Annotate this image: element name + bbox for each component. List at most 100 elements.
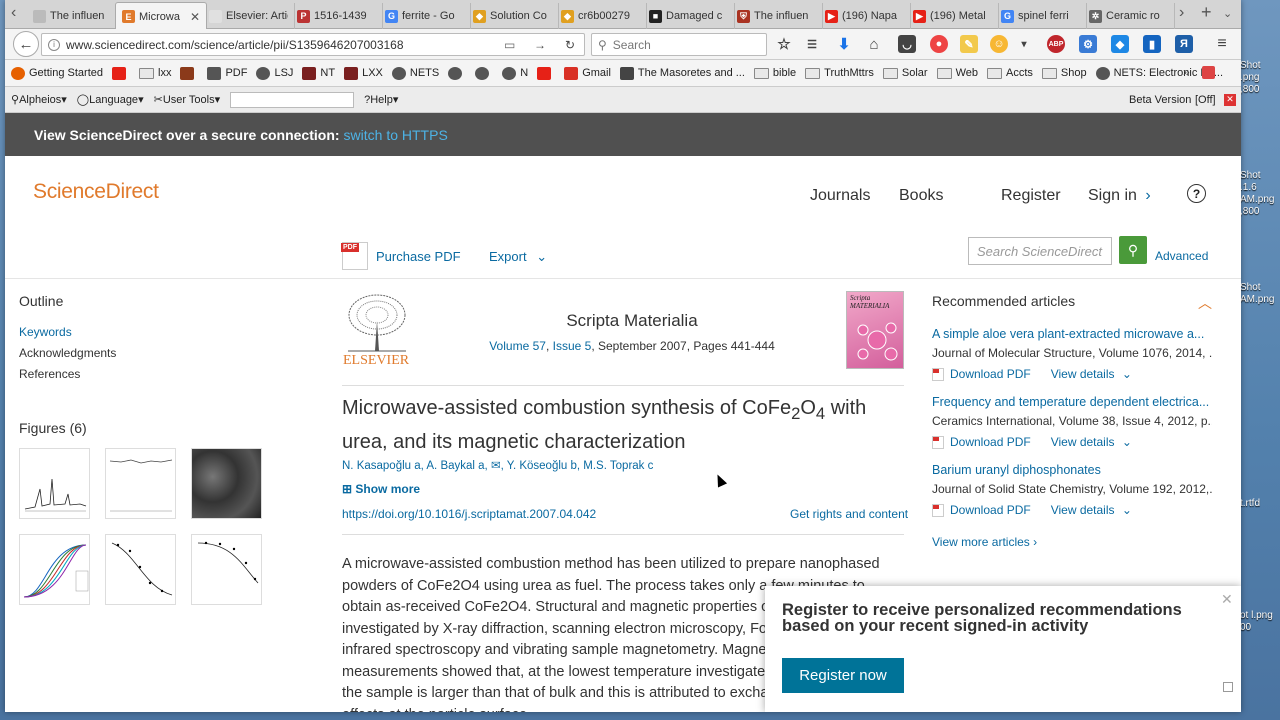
desktop-file-icon[interactable]: Shot .1.6 AM.png ,800: [1240, 170, 1280, 218]
pocket-icon[interactable]: ◡: [898, 35, 916, 53]
search-button[interactable]: ⚲: [1119, 236, 1147, 264]
outline-item-references[interactable]: References: [19, 367, 319, 381]
recommended-header[interactable]: Recommended articles ︿: [932, 293, 1212, 313]
close-icon[interactable]: ✕: [1221, 591, 1233, 608]
extension-colors-icon[interactable]: ●: [930, 35, 948, 53]
bookmark-19[interactable]: Accts: [987, 67, 1033, 79]
tab-3[interactable]: P 1516-1439: [291, 3, 383, 29]
view-more-articles-link[interactable]: View more articles ›: [932, 535, 1212, 549]
go-arrow-icon[interactable]: →: [534, 38, 546, 52]
bookmark-20[interactable]: Shop: [1041, 67, 1087, 79]
rights-link[interactable]: Get rights and content: [790, 507, 908, 521]
tab-5[interactable]: ◆ Solution Co: [467, 3, 559, 29]
journal-cover[interactable]: Scripta MATERIALIA: [846, 291, 904, 369]
url-bar[interactable]: i www.sciencedirect.com/science/article/…: [41, 33, 585, 56]
register-now-button[interactable]: Register now: [782, 658, 904, 693]
extension-gear-icon[interactable]: ⚙: [1079, 35, 1097, 53]
view-details-link[interactable]: View details ⌄: [1051, 435, 1132, 449]
bookmark-8[interactable]: NETS: [391, 66, 439, 80]
sciencedirect-search-input[interactable]: Search ScienceDirect: [968, 237, 1112, 265]
bookmark-3[interactable]: [180, 66, 198, 80]
register-link[interactable]: Register: [1001, 187, 1061, 205]
figure-thumbnail-coercivity[interactable]: [105, 534, 176, 605]
bookmark-10[interactable]: [475, 66, 493, 80]
tab-2[interactable]: Elsevier: Article: [203, 3, 295, 29]
chevron-up-icon[interactable]: ︿: [1198, 293, 1212, 313]
bookmark-9[interactable]: [448, 66, 466, 80]
doi-link[interactable]: https://doi.org/10.1016/j.scriptamat.200…: [342, 507, 596, 521]
home-icon[interactable]: ⌂: [865, 35, 883, 53]
purchase-pdf-button[interactable]: Purchase PDF: [341, 242, 461, 270]
bookmark-0[interactable]: Getting Started: [11, 66, 103, 80]
downloads-icon[interactable]: ⬇: [835, 35, 853, 53]
bookmark-17[interactable]: Solar: [882, 67, 928, 79]
issue-link[interactable]: Issue 5: [553, 339, 592, 353]
tab-9[interactable]: ▶ (196) Napa: [819, 3, 911, 29]
bookmarks-overflow-icon[interactable]: »: [1183, 65, 1190, 79]
language-menu[interactable]: ◯Language▾: [77, 93, 144, 106]
bookmark-18[interactable]: Web: [936, 67, 978, 79]
bookmark-6[interactable]: NT: [302, 66, 335, 80]
browser-search-field[interactable]: ⚲ Search: [591, 33, 767, 56]
bookmark-4[interactable]: PDF: [207, 66, 247, 80]
tab-7[interactable]: ■ Damaged c: [643, 3, 735, 29]
show-more-button[interactable]: ⊞ Show more: [342, 482, 420, 496]
reader-view-icon[interactable]: ▭: [504, 38, 515, 52]
alpheios-off-toggle[interactable]: [Off]: [1195, 94, 1216, 106]
bookmark-14[interactable]: The Masoretes and ...: [619, 66, 745, 80]
bookmark-15[interactable]: bible: [753, 67, 796, 79]
sign-in-link[interactable]: Sign in ›: [1088, 187, 1151, 205]
info-icon[interactable]: i: [48, 38, 60, 51]
volume-link[interactable]: Volume 57: [489, 339, 546, 353]
bookmark-1[interactable]: [112, 66, 130, 80]
tab-6[interactable]: ◆ cr6b00279: [555, 3, 647, 29]
author-list[interactable]: N. Kasapoğlu a, A. Baykal a, ✉, Y. Köseo…: [342, 458, 653, 472]
figure-thumbnail-magnetization[interactable]: [191, 534, 262, 605]
help-menu[interactable]: ?Help▾: [364, 93, 398, 106]
recommended-article-title[interactable]: A simple aloe vera plant-extracted micro…: [932, 327, 1212, 341]
elsevier-logo[interactable]: ELSEVIER: [342, 291, 412, 371]
tab-scroll-right-icon[interactable]: ›: [1179, 4, 1184, 22]
url-text[interactable]: www.sciencedirect.com/science/article/pi…: [66, 38, 404, 52]
help-icon[interactable]: ?: [1187, 184, 1206, 203]
menu-icon[interactable]: ≡: [1213, 35, 1231, 53]
bookmark-5[interactable]: LSJ: [256, 66, 293, 80]
back-button[interactable]: ←: [13, 31, 39, 57]
outline-item-acknowledgments[interactable]: Acknowledgments: [19, 346, 319, 360]
adblock-icon[interactable]: ABP: [1047, 35, 1065, 53]
tab-11[interactable]: Gspinel ferri: [995, 3, 1087, 29]
tab-4[interactable]: Gferrite - Go: [379, 3, 471, 29]
sciencedirect-logo[interactable]: ScienceDirect: [33, 180, 159, 204]
bookmark-13[interactable]: Gmail: [564, 66, 611, 80]
export-dropdown[interactable]: Export ⌄: [489, 249, 547, 265]
reload-icon[interactable]: ↻: [565, 38, 575, 52]
outline-item-keywords[interactable]: Keywords: [19, 325, 319, 339]
resize-icon[interactable]: [1223, 682, 1233, 692]
advanced-search-link[interactable]: Advanced: [1155, 249, 1208, 263]
journal-title[interactable]: Scripta Materialia: [342, 311, 922, 331]
view-details-link[interactable]: View details ⌄: [1051, 367, 1132, 381]
extension-chart-icon[interactable]: ▮: [1143, 35, 1161, 53]
new-tab-icon[interactable]: +: [1201, 2, 1212, 23]
desktop-file-icon[interactable]: Shot .png ,800: [1240, 60, 1280, 96]
extension-diamond-icon[interactable]: ◆: [1111, 35, 1129, 53]
recommended-article-title[interactable]: Frequency and temperature dependent elec…: [932, 395, 1212, 409]
tab-8[interactable]: ⛨ The influen: [731, 3, 823, 29]
download-pdf-link[interactable]: Download PDF: [932, 367, 1031, 381]
bookmark-12[interactable]: [537, 66, 555, 80]
bookmark-2[interactable]: lxx: [139, 67, 171, 79]
figure-thumbnail-sem[interactable]: [191, 448, 262, 519]
journals-link[interactable]: Journals: [810, 187, 870, 205]
tab-10[interactable]: ▶ (196) Metal: [907, 3, 999, 29]
close-tab-icon[interactable]: ✕: [190, 10, 200, 24]
reading-list-icon[interactable]: ☰: [803, 35, 821, 53]
download-pdf-link[interactable]: Download PDF: [932, 435, 1031, 449]
alpheios-close-icon[interactable]: ✕: [1224, 93, 1236, 106]
bookmark-extension-icon[interactable]: [1202, 66, 1215, 79]
tab-0[interactable]: The influen: [27, 3, 119, 29]
recommended-article-title[interactable]: Barium uranyl diphosphonates: [932, 463, 1212, 477]
extension-face-icon[interactable]: ☺: [990, 35, 1008, 53]
tab-12[interactable]: ✲ Ceramic ro: [1083, 3, 1175, 29]
bookmark-star-icon[interactable]: ☆: [775, 35, 793, 53]
tab-list-icon[interactable]: ⌄: [1223, 7, 1232, 20]
